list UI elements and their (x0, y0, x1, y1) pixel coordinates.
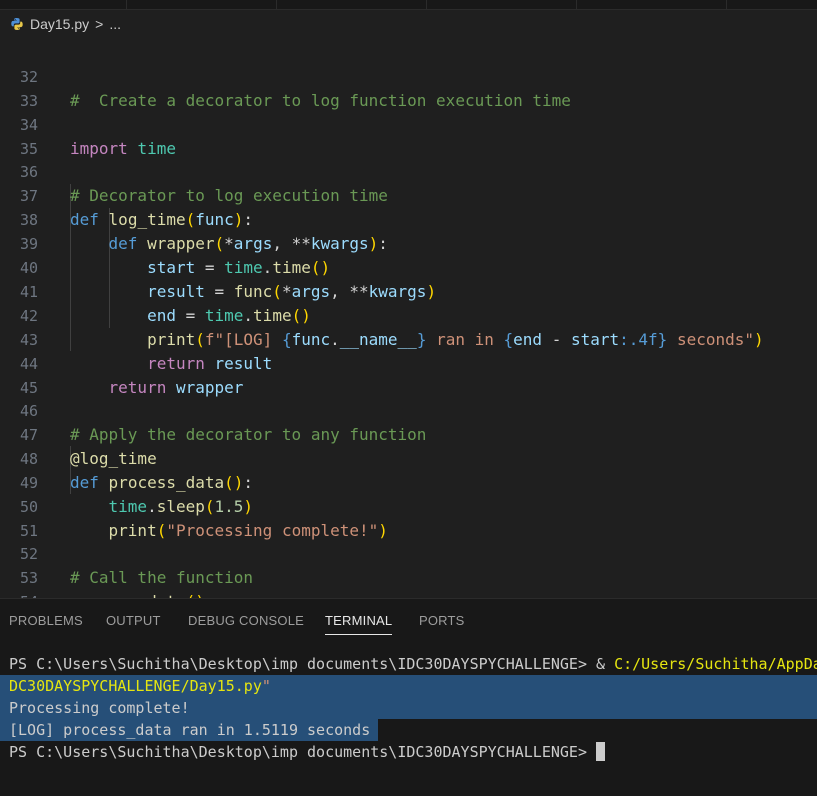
chevron-right-icon: > (95, 16, 104, 32)
terminal-line: PS C:\Users\Suchitha\Desktop\imp documen… (0, 741, 817, 763)
code-line: 45 (0, 352, 817, 397)
code-line: 47 @log_time (0, 399, 817, 468)
terminal-output: Processing complete! (9, 699, 190, 717)
terminal-string: " (261, 677, 271, 695)
tab-terminal[interactable]: TERMINAL (325, 613, 393, 635)
code-line: 48 def process_data(): (0, 423, 817, 492)
code-line: 37 def log_time(func): (0, 160, 817, 229)
code-line: 34 import time (0, 89, 817, 158)
code-line: 38 def wrapper(*args, **kwargs): (0, 184, 817, 253)
bottom-panel: PROBLEMS OUTPUT DEBUG CONSOLE TERMINAL P… (0, 598, 817, 796)
code-line: 43 return result (0, 304, 817, 373)
editor-tab-strip (0, 0, 817, 10)
terminal-line: Processing complete! (0, 697, 817, 719)
terminal-line: [LOG] process_data ran in 1.5119 seconds (0, 719, 378, 741)
code-line: 44 return wrapper (0, 328, 817, 397)
terminal-prompt: PS C:\Users\Suchitha\Desktop\imp documen… (9, 655, 596, 673)
tab-separator (726, 0, 727, 9)
code-line: 51 (0, 495, 817, 540)
terminal-output: [LOG] process_data ran in 1.5119 seconds (9, 721, 371, 739)
code-line: 49 time.sleep(1.5) (0, 447, 817, 516)
tab-problems[interactable]: PROBLEMS (9, 613, 83, 628)
terminal-cursor (596, 742, 605, 761)
code-line: 35 (0, 113, 817, 158)
code-line: 53 process_data() (0, 542, 817, 611)
tab-output[interactable]: OUTPUT (106, 613, 161, 628)
breadcrumb: Day15.py > ... (0, 10, 817, 38)
tab-separator (576, 0, 577, 9)
python-file-icon (10, 17, 24, 31)
code-line: 33 (0, 65, 817, 110)
terminal-command: & (596, 655, 615, 673)
code-line: 40 result = func(*args, **kwargs) (0, 232, 817, 301)
terminal-path: DC30DAYSPYCHALLENGE/Day15.py (9, 677, 262, 695)
tab-separator (126, 0, 127, 9)
tab-debug-console[interactable]: DEBUG CONSOLE (188, 613, 304, 628)
tab-separator (276, 0, 277, 9)
breadcrumb-file[interactable]: Day15.py (30, 16, 89, 32)
terminal-path: C:/Users/Suchitha/AppDa (614, 655, 817, 673)
terminal-line: PS C:\Users\Suchitha\Desktop\imp documen… (0, 653, 817, 675)
code-line: 42 print(f"[LOG] {func.__name__} ran in … (0, 280, 817, 349)
terminal-line: DC30DAYSPYCHALLENGE/Day15.py" (0, 675, 817, 697)
breadcrumb-symbols[interactable]: ... (109, 16, 121, 32)
code-line: 54 (0, 566, 817, 611)
code-line: 32 # Create a decorator to log function … (0, 41, 817, 110)
tab-separator (426, 0, 427, 9)
code-line: 36 # Decorator to log execution time (0, 136, 817, 205)
tab-ports[interactable]: PORTS (419, 613, 465, 628)
code-line: 52 # Call the function (0, 518, 817, 587)
terminal-prompt: PS C:\Users\Suchitha\Desktop\imp documen… (9, 743, 596, 761)
panel-tabs: PROBLEMS OUTPUT DEBUG CONSOLE TERMINAL P… (0, 599, 817, 643)
code-editor[interactable]: 32 # Create a decorator to log function … (0, 40, 817, 611)
code-line: 39 start = time.time() (0, 208, 817, 277)
code-line: 50 print("Processing complete!") (0, 471, 817, 540)
code-line: 46 # Apply the decorator to any function (0, 375, 817, 444)
code-line: 41 end = time.time() (0, 256, 817, 325)
